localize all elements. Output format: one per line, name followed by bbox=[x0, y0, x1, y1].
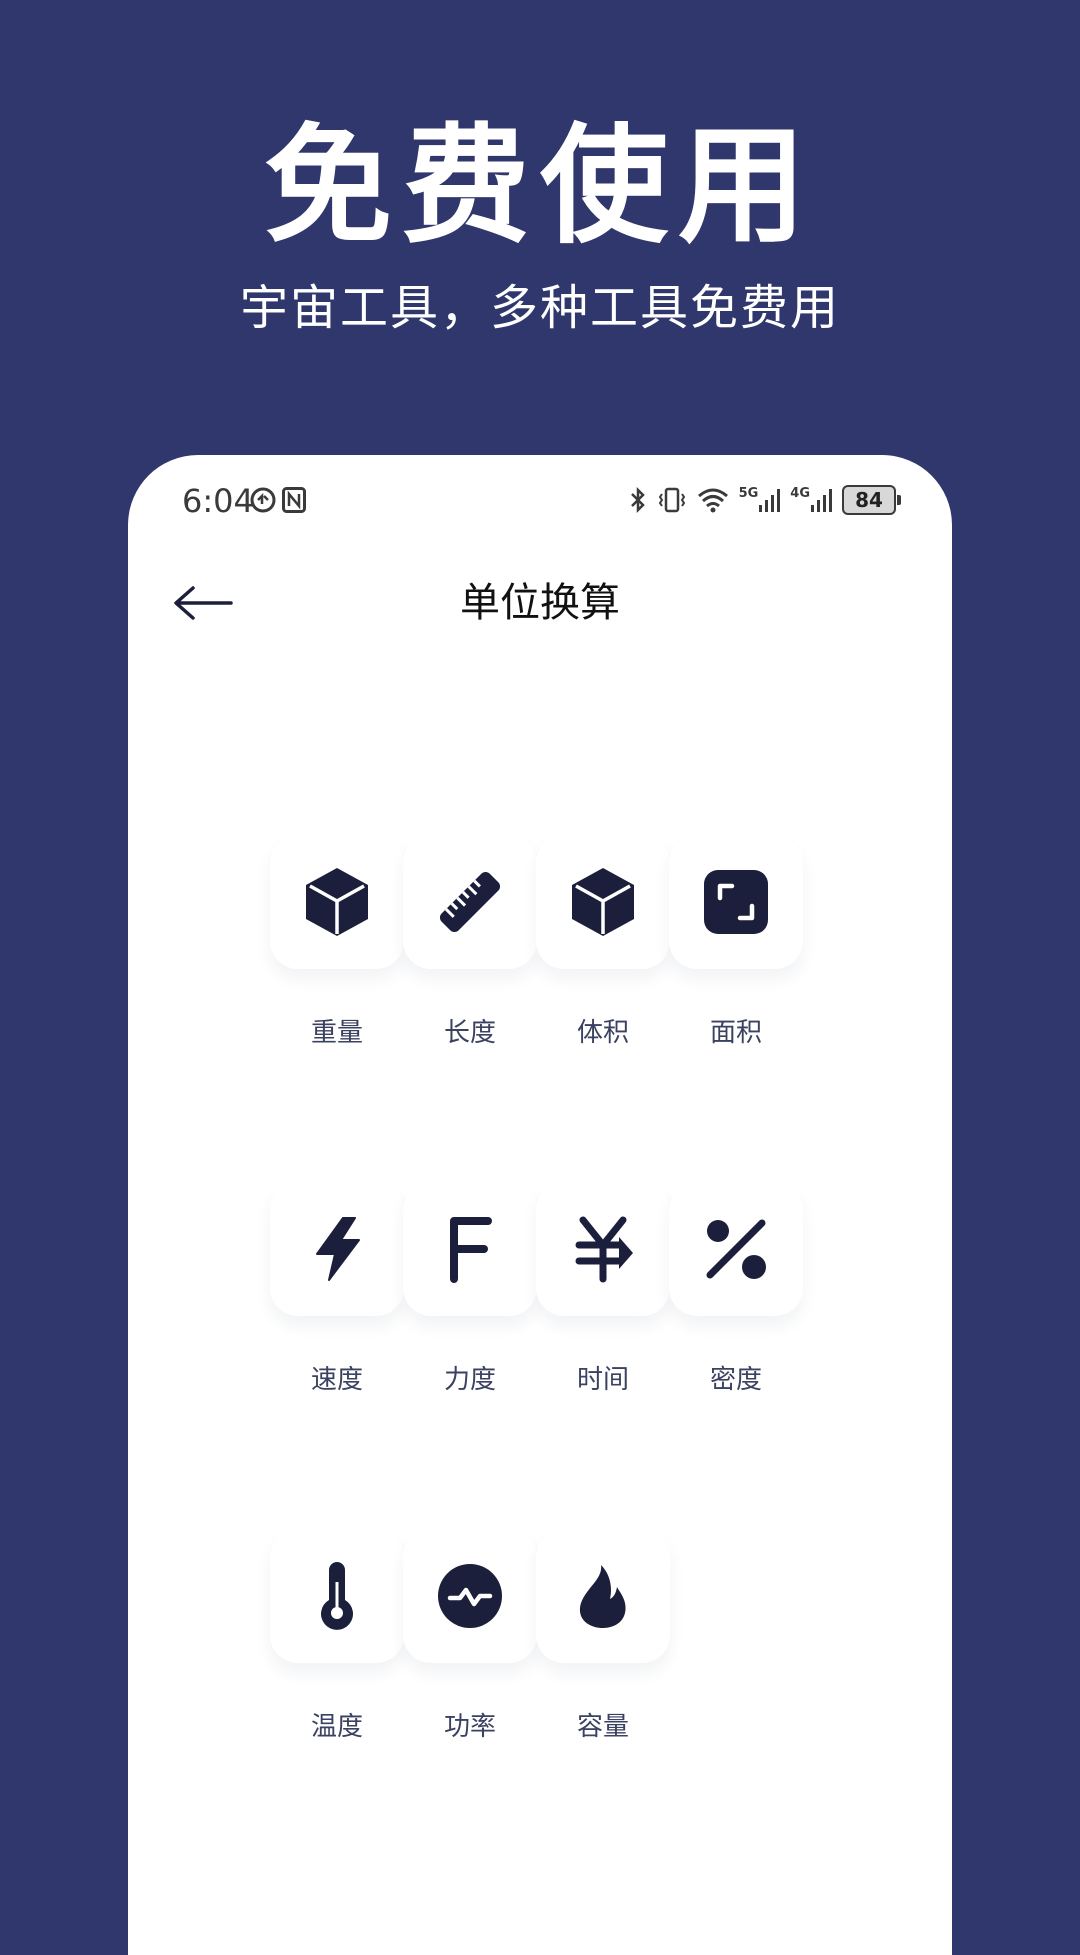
cube-icon bbox=[570, 866, 636, 938]
cube-icon bbox=[304, 866, 370, 938]
tile-card bbox=[403, 835, 537, 969]
tile-card bbox=[536, 1182, 670, 1316]
tile-card bbox=[669, 1182, 803, 1316]
converter-power[interactable]: 功率 bbox=[403, 1529, 537, 1799]
tile-card bbox=[270, 1182, 404, 1316]
tile-card bbox=[403, 1182, 537, 1316]
flame-icon bbox=[577, 1563, 629, 1629]
pulse-icon bbox=[438, 1564, 502, 1628]
yen-arrow-icon bbox=[571, 1215, 635, 1283]
tile-card bbox=[536, 835, 670, 969]
promo-title: 免费使用 bbox=[263, 112, 816, 261]
thermometer-icon bbox=[317, 1562, 357, 1630]
converter-weight[interactable]: 重量 bbox=[270, 835, 404, 1105]
converter-volume[interactable]: 体积 bbox=[536, 835, 670, 1105]
converter-area[interactable]: 面积 bbox=[669, 835, 803, 1105]
tile-label: 容量 bbox=[576, 1712, 629, 1742]
phone-screen: 6:04 5G 4G 84 单位换算 重量 长度 体积 面积 速度 力度 时间 … bbox=[128, 455, 952, 1955]
tile-card bbox=[536, 1529, 670, 1663]
tile-card bbox=[403, 1529, 537, 1663]
converter-length[interactable]: 长度 bbox=[403, 835, 537, 1105]
tile-label: 密度 bbox=[709, 1365, 762, 1395]
tile-label: 面积 bbox=[709, 1018, 762, 1048]
tile-label: 体积 bbox=[576, 1018, 629, 1048]
lightning-icon bbox=[309, 1216, 365, 1282]
tile-label: 长度 bbox=[443, 1018, 496, 1048]
area-frame-icon bbox=[704, 870, 768, 934]
percent-icon bbox=[704, 1217, 768, 1281]
letter-f-icon bbox=[448, 1215, 492, 1283]
tile-label: 功率 bbox=[443, 1712, 496, 1742]
converter-force[interactable]: 力度 bbox=[403, 1182, 537, 1452]
tile-card bbox=[270, 1529, 404, 1663]
converter-grid: 重量 长度 体积 面积 速度 力度 时间 密度 温度 功率 容量 bbox=[128, 455, 952, 1955]
tile-card bbox=[669, 835, 803, 969]
ruler-icon bbox=[436, 868, 504, 936]
tile-label: 速度 bbox=[310, 1365, 363, 1395]
converter-capacity[interactable]: 容量 bbox=[536, 1529, 670, 1799]
converter-time[interactable]: 时间 bbox=[536, 1182, 670, 1452]
tile-card bbox=[270, 835, 404, 969]
promo-subtitle: 宇宙工具，多种工具免费用 bbox=[239, 280, 840, 336]
converter-temperature[interactable]: 温度 bbox=[270, 1529, 404, 1799]
converter-speed[interactable]: 速度 bbox=[270, 1182, 404, 1452]
tile-label: 时间 bbox=[576, 1365, 629, 1395]
tile-label: 温度 bbox=[310, 1712, 363, 1742]
converter-density[interactable]: 密度 bbox=[669, 1182, 803, 1452]
tile-label: 力度 bbox=[443, 1365, 496, 1395]
tile-label: 重量 bbox=[310, 1018, 363, 1048]
